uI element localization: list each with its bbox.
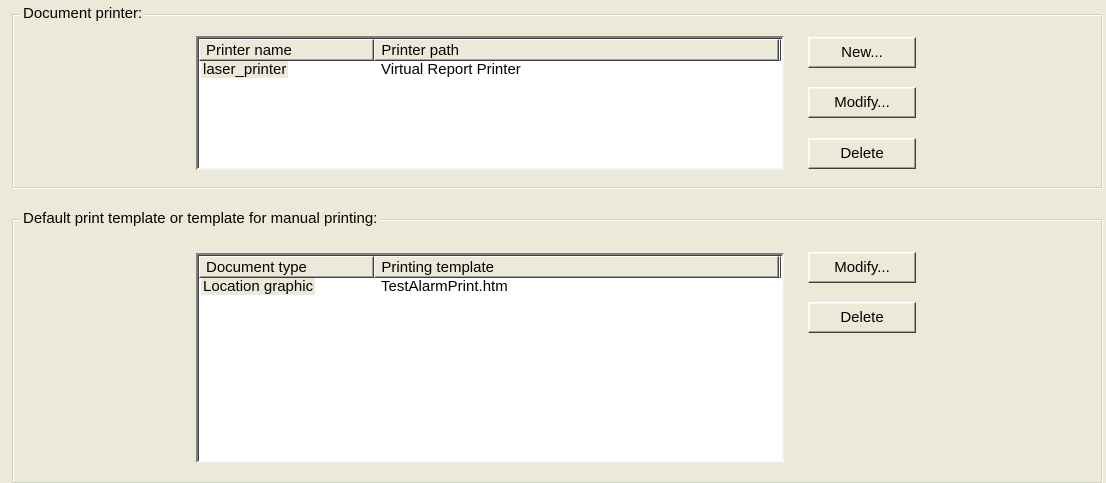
delete-template-button[interactable]: Delete [808, 302, 916, 333]
document-type-cell: Location graphic [201, 278, 316, 295]
modify-template-button[interactable]: Modify... [808, 252, 916, 283]
modify-printer-button[interactable]: Modify... [808, 87, 916, 118]
table-row[interactable]: laser_printer Virtual Report Printer [199, 61, 782, 79]
printer-list-header: Printer name Printer path [199, 39, 781, 61]
document-printer-legend: Document printer: [21, 5, 146, 23]
column-printer-name[interactable]: Printer name [199, 39, 375, 61]
table-row[interactable]: Location graphic TestAlarmPrint.htm [199, 278, 782, 296]
printing-template-cell: TestAlarmPrint.htm [381, 278, 508, 295]
printer-name-cell: laser_printer [201, 61, 289, 78]
column-document-type[interactable]: Document type [199, 256, 375, 278]
template-list[interactable]: Document type Printing template Location… [196, 253, 784, 463]
print-template-legend: Default print template or template for m… [21, 210, 381, 228]
template-list-header: Document type Printing template [199, 256, 781, 278]
new-printer-button[interactable]: New... [808, 37, 916, 68]
printer-path-cell: Virtual Report Printer [381, 61, 521, 78]
column-printing-template[interactable]: Printing template [374, 256, 779, 278]
delete-printer-button[interactable]: Delete [808, 138, 916, 169]
printer-list[interactable]: Printer name Printer path laser_printer … [196, 36, 784, 170]
column-printer-path[interactable]: Printer path [374, 39, 779, 61]
